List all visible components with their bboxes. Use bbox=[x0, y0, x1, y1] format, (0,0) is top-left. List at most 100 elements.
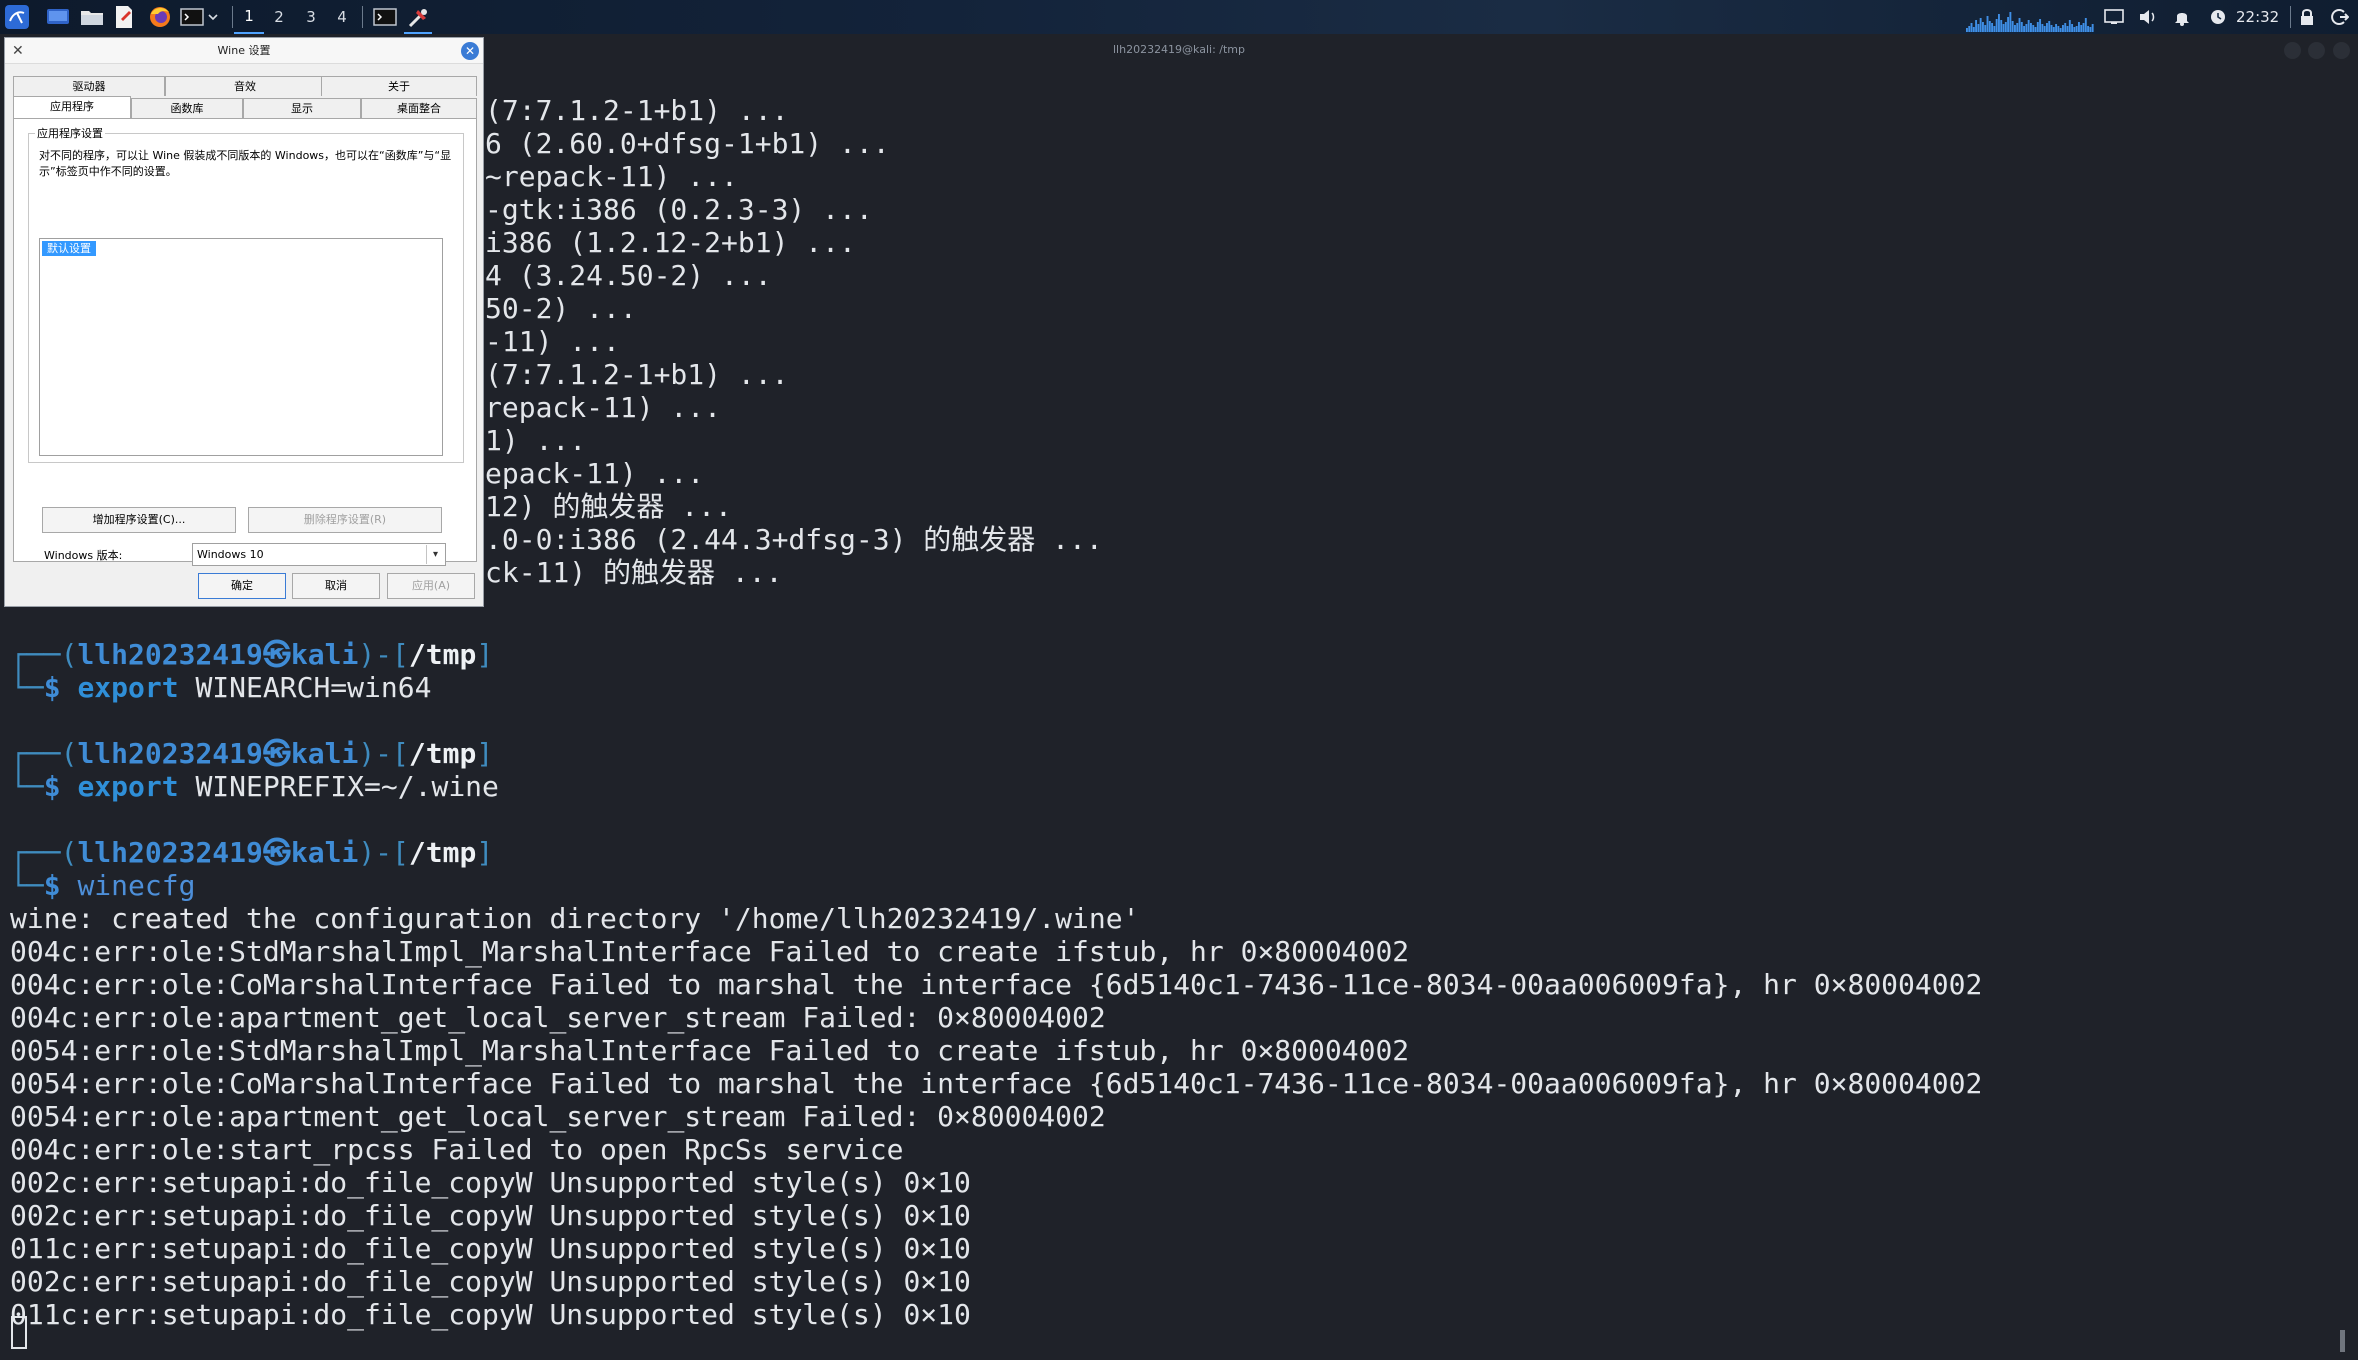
windows-version-select[interactable]: Windows 10 ▾ bbox=[192, 543, 446, 566]
cpu-graph-bar bbox=[2023, 26, 2026, 32]
terminal-output-line: 50-2) ... bbox=[485, 292, 637, 325]
cpu-graph-bar bbox=[2089, 27, 2092, 32]
notification-bell-icon[interactable] bbox=[2168, 3, 2196, 31]
cpu-graph-bar bbox=[1970, 23, 1973, 32]
cpu-usage-graph bbox=[1966, 12, 2094, 32]
cpu-graph-bar bbox=[2016, 23, 2019, 32]
chevron-down-icon[interactable]: ▾ bbox=[426, 545, 444, 564]
cpu-graph-bar bbox=[2002, 24, 2005, 32]
taskbar-separator bbox=[2290, 6, 2291, 28]
close-icon[interactable]: ✕ bbox=[461, 42, 479, 60]
wine-config-window-icon[interactable] bbox=[404, 3, 432, 34]
tab-audio[interactable]: 音效 bbox=[165, 76, 325, 96]
cpu-graph-bar bbox=[1979, 18, 1982, 32]
cpu-graph-bar bbox=[2034, 27, 2037, 32]
taskbar-separator bbox=[362, 6, 363, 28]
cpu-graph-bar bbox=[1993, 26, 1996, 32]
kali-menu-icon[interactable] bbox=[3, 3, 31, 31]
list-item[interactable]: 默认设置 bbox=[42, 241, 96, 256]
display-icon[interactable] bbox=[2100, 3, 2128, 31]
cpu-graph-bar bbox=[2043, 26, 2046, 32]
cpu-graph-bar bbox=[2084, 18, 2087, 32]
cpu-graph-bar bbox=[1966, 28, 1968, 32]
cpu-graph-bar bbox=[2066, 26, 2069, 32]
cpu-graph-bar bbox=[1975, 20, 1978, 32]
cpu-graph-bar bbox=[2018, 18, 2021, 32]
cpu-graph-bar bbox=[2000, 20, 2003, 32]
dialog-titlebar[interactable]: ✕ Wine 设置 ✕ bbox=[5, 38, 483, 64]
tab-applications[interactable]: 应用程序 bbox=[13, 96, 131, 118]
terminal-window-icon[interactable] bbox=[371, 3, 399, 31]
terminal-output-line: 004c:err:ole:start_rpcss Failed to open … bbox=[10, 1133, 904, 1166]
workspace-2[interactable]: 2 bbox=[264, 0, 294, 34]
cpu-graph-bar bbox=[2050, 25, 2053, 32]
add-application-button[interactable]: 增加程序设置(C)... bbox=[42, 507, 236, 533]
desktop-icon[interactable] bbox=[44, 3, 72, 31]
cpu-graph-bar bbox=[2055, 24, 2058, 32]
cpu-graph-bar bbox=[2073, 27, 2076, 32]
maximize-button[interactable] bbox=[2308, 42, 2325, 59]
clock-time[interactable]: 22:32 bbox=[2236, 0, 2279, 34]
terminal-output-line: 0054:err:ole:CoMarshalInterface Failed t… bbox=[10, 1067, 1983, 1100]
workspace-3[interactable]: 3 bbox=[296, 0, 326, 34]
workspace-4[interactable]: 4 bbox=[327, 0, 357, 34]
cpu-graph-bar bbox=[2048, 21, 2051, 32]
volume-icon[interactable] bbox=[2134, 3, 2162, 31]
tab-drives[interactable]: 驱动器 bbox=[13, 76, 165, 96]
tab-graphics[interactable]: 显示 bbox=[243, 98, 361, 118]
windows-version-label: Windows 版本: bbox=[44, 549, 123, 562]
terminal-output-line: 12) 的触发器 ... bbox=[485, 490, 732, 523]
taskbar-separator bbox=[232, 6, 233, 28]
terminal-output-line: i386 (1.2.12-2+b1) ... bbox=[485, 226, 856, 259]
workspace-1[interactable]: 1 bbox=[234, 0, 264, 34]
prompt-command: └─$ export WINEARCH=win64 bbox=[10, 671, 432, 704]
dialog-title: Wine 设置 bbox=[217, 44, 271, 57]
cpu-graph-bar bbox=[2071, 24, 2074, 32]
remove-application-button[interactable]: 删除程序设置(R) bbox=[248, 507, 442, 533]
cpu-graph-bar bbox=[2082, 23, 2085, 32]
terminal-output-line: 004c:err:ole:StdMarshalImpl_MarshalInter… bbox=[10, 935, 1410, 968]
top-taskbar: 1 2 3 4 22:32 bbox=[0, 0, 2358, 34]
prompt-header: ┌──(llh20232419㉿kali)-[/tmp] bbox=[10, 737, 494, 770]
terminal-output-line: 4 (3.24.50-2) ... bbox=[485, 259, 772, 292]
file-manager-icon[interactable] bbox=[78, 3, 106, 31]
firefox-icon[interactable] bbox=[146, 3, 174, 31]
cpu-graph-bar bbox=[2064, 23, 2067, 32]
application-settings-group: 应用程序设置 对不同的程序，可以让 Wine 假装成不同版本的 Windows，… bbox=[28, 125, 464, 463]
cpu-graph-bar bbox=[1986, 16, 1989, 32]
cpu-graph-bar bbox=[2014, 25, 2016, 32]
terminal-launcher-icon[interactable] bbox=[178, 3, 206, 31]
cpu-graph-bar bbox=[1998, 14, 2000, 32]
clock-icon bbox=[2204, 3, 2232, 31]
cpu-graph-bar bbox=[2041, 24, 2044, 32]
tab-libraries[interactable]: 函数库 bbox=[131, 98, 243, 118]
cancel-button[interactable]: 取消 bbox=[292, 573, 380, 599]
cpu-graph-bar bbox=[1995, 19, 1998, 32]
logout-icon[interactable] bbox=[2326, 3, 2354, 31]
lock-icon[interactable] bbox=[2293, 3, 2321, 31]
cpu-graph-bar bbox=[2080, 25, 2083, 32]
cpu-graph-bar bbox=[2030, 23, 2032, 32]
minimize-button[interactable] bbox=[2284, 42, 2301, 59]
prompt-header: ┌──(llh20232419㉿kali)-[/tmp] bbox=[10, 638, 494, 671]
terminal-scrollbar[interactable] bbox=[2340, 1330, 2345, 1352]
cpu-graph-bar bbox=[2007, 17, 2010, 32]
terminal-output-line: 004c:err:ole:CoMarshalInterface Failed t… bbox=[10, 968, 1983, 1001]
terminal-output-line: 011c:err:setupapi:do_file_copyW Unsuppor… bbox=[10, 1298, 971, 1331]
launcher-dropdown-icon[interactable] bbox=[204, 3, 222, 31]
tab-about[interactable]: 关于 bbox=[321, 76, 477, 96]
cpu-graph-bar bbox=[2091, 24, 2094, 32]
cpu-graph-bar bbox=[2052, 27, 2055, 32]
text-editor-icon[interactable] bbox=[110, 3, 138, 31]
tab-desktop-integration[interactable]: 桌面整合 bbox=[361, 98, 477, 118]
terminal-output-line: wine: created the configuration director… bbox=[10, 902, 1140, 935]
cpu-graph-bar bbox=[2046, 23, 2048, 32]
cpu-graph-bar bbox=[1991, 23, 1994, 32]
close-button[interactable] bbox=[2333, 42, 2350, 59]
application-list[interactable]: 默认设置 bbox=[39, 238, 443, 456]
cpu-graph-bar bbox=[2027, 20, 2030, 32]
cpu-graph-bar bbox=[2087, 26, 2090, 32]
cpu-graph-bar bbox=[1988, 21, 1991, 32]
apply-button[interactable]: 应用(A) bbox=[387, 573, 475, 599]
ok-button[interactable]: 确定 bbox=[198, 573, 286, 599]
